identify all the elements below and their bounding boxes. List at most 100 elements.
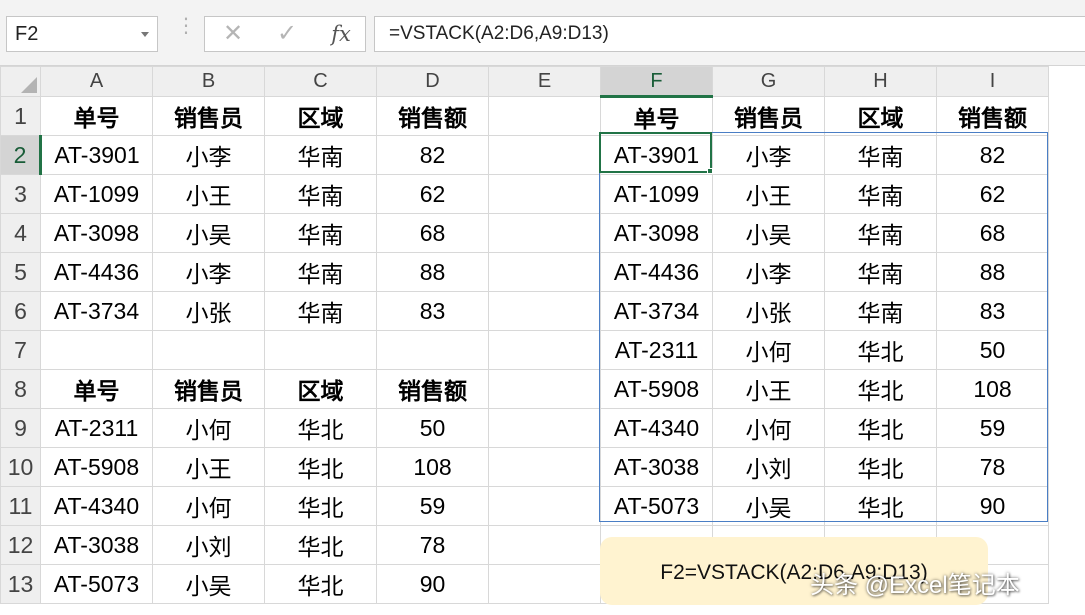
column-header-f[interactable]: F xyxy=(600,66,713,98)
cell-i11[interactable]: 90 xyxy=(936,486,1049,526)
cell-b2[interactable]: 小李 xyxy=(152,135,265,175)
cell-f11[interactable]: AT-5073 xyxy=(600,486,713,526)
row-header-3[interactable]: 3 xyxy=(0,174,41,214)
cell-c4[interactable]: 华南 xyxy=(264,213,377,253)
cell-e5[interactable] xyxy=(488,252,601,292)
cell-b6[interactable]: 小张 xyxy=(152,291,265,331)
cell-f4[interactable]: AT-3098 xyxy=(600,213,713,253)
formula-input[interactable]: =VSTACK(A2:D6,A9:D13) xyxy=(374,16,1085,52)
cell-i8[interactable]: 108 xyxy=(936,369,1049,409)
cell-b11[interactable]: 小何 xyxy=(152,486,265,526)
cell-a5[interactable]: AT-4436 xyxy=(40,252,153,292)
cell-f1[interactable]: 单号 xyxy=(600,96,713,136)
cell-e12[interactable] xyxy=(488,525,601,565)
cell-c11[interactable]: 华北 xyxy=(264,486,377,526)
cell-c2[interactable]: 华南 xyxy=(264,135,377,175)
cell-g4[interactable]: 小吴 xyxy=(712,213,825,253)
cell-a7[interactable] xyxy=(40,330,153,370)
cell-e4[interactable] xyxy=(488,213,601,253)
insert-function-icon[interactable]: fx xyxy=(319,17,363,51)
cell-e1[interactable] xyxy=(488,96,601,136)
cell-d4[interactable]: 68 xyxy=(376,213,489,253)
cell-h10[interactable]: 华北 xyxy=(824,447,937,487)
cell-g11[interactable]: 小吴 xyxy=(712,486,825,526)
cell-d3[interactable]: 62 xyxy=(376,174,489,214)
cell-g10[interactable]: 小刘 xyxy=(712,447,825,487)
cell-d11[interactable]: 59 xyxy=(376,486,489,526)
cell-i10[interactable]: 78 xyxy=(936,447,1049,487)
cell-a3[interactable]: AT-1099 xyxy=(40,174,153,214)
cell-e2[interactable] xyxy=(488,135,601,175)
cell-e6[interactable] xyxy=(488,291,601,331)
row-header-1[interactable]: 1 xyxy=(0,96,41,136)
cell-d9[interactable]: 50 xyxy=(376,408,489,448)
cell-a11[interactable]: AT-4340 xyxy=(40,486,153,526)
fill-handle[interactable] xyxy=(707,168,713,174)
cell-a9[interactable]: AT-2311 xyxy=(40,408,153,448)
checkmark-icon[interactable]: ✓ xyxy=(265,17,309,51)
cell-i9[interactable]: 59 xyxy=(936,408,1049,448)
cell-g7[interactable]: 小何 xyxy=(712,330,825,370)
cell-f2[interactable]: AT-3901 xyxy=(600,135,713,175)
cell-b4[interactable]: 小吴 xyxy=(152,213,265,253)
cell-h11[interactable]: 华北 xyxy=(824,486,937,526)
column-header-h[interactable]: H xyxy=(824,66,937,97)
cell-b10[interactable]: 小王 xyxy=(152,447,265,487)
cell-a10[interactable]: AT-5908 xyxy=(40,447,153,487)
row-header-2[interactable]: 2 xyxy=(0,135,42,175)
cell-f7[interactable]: AT-2311 xyxy=(600,330,713,370)
cell-h3[interactable]: 华南 xyxy=(824,174,937,214)
cell-i2[interactable]: 82 xyxy=(936,135,1049,175)
cell-g9[interactable]: 小何 xyxy=(712,408,825,448)
cell-h8[interactable]: 华北 xyxy=(824,369,937,409)
row-header-8[interactable]: 8 xyxy=(0,369,41,409)
cell-c12[interactable]: 华北 xyxy=(264,525,377,565)
cell-e9[interactable] xyxy=(488,408,601,448)
cell-f9[interactable]: AT-4340 xyxy=(600,408,713,448)
chevron-down-icon[interactable] xyxy=(141,32,149,37)
cell-d6[interactable]: 83 xyxy=(376,291,489,331)
cell-c8[interactable]: 区域 xyxy=(264,369,377,409)
row-header-11[interactable]: 11 xyxy=(0,486,41,526)
cell-b12[interactable]: 小刘 xyxy=(152,525,265,565)
cell-b8[interactable]: 销售员 xyxy=(152,369,265,409)
cell-d12[interactable]: 78 xyxy=(376,525,489,565)
cell-e8[interactable] xyxy=(488,369,601,409)
cell-c10[interactable]: 华北 xyxy=(264,447,377,487)
cell-d13[interactable]: 90 xyxy=(376,564,489,604)
cell-c13[interactable]: 华北 xyxy=(264,564,377,604)
cell-c6[interactable]: 华南 xyxy=(264,291,377,331)
column-header-i[interactable]: I xyxy=(936,66,1049,97)
cell-e3[interactable] xyxy=(488,174,601,214)
cell-h5[interactable]: 华南 xyxy=(824,252,937,292)
cell-i5[interactable]: 88 xyxy=(936,252,1049,292)
column-header-b[interactable]: B xyxy=(152,66,265,97)
cancel-x-icon[interactable]: ✕ xyxy=(211,17,255,51)
cell-f10[interactable]: AT-3038 xyxy=(600,447,713,487)
cell-h4[interactable]: 华南 xyxy=(824,213,937,253)
row-header-4[interactable]: 4 xyxy=(0,213,41,253)
cell-h6[interactable]: 华南 xyxy=(824,291,937,331)
cell-a6[interactable]: AT-3734 xyxy=(40,291,153,331)
cell-f8[interactable]: AT-5908 xyxy=(600,369,713,409)
name-box[interactable]: F2 xyxy=(6,16,158,52)
cell-d10[interactable]: 108 xyxy=(376,447,489,487)
row-header-10[interactable]: 10 xyxy=(0,447,41,487)
cell-i4[interactable]: 68 xyxy=(936,213,1049,253)
cell-e10[interactable] xyxy=(488,447,601,487)
cell-f6[interactable]: AT-3734 xyxy=(600,291,713,331)
cell-g8[interactable]: 小王 xyxy=(712,369,825,409)
cell-a8[interactable]: 单号 xyxy=(40,369,153,409)
cell-d5[interactable]: 88 xyxy=(376,252,489,292)
cell-b7[interactable] xyxy=(152,330,265,370)
cell-b9[interactable]: 小何 xyxy=(152,408,265,448)
row-header-5[interactable]: 5 xyxy=(0,252,41,292)
cell-g2[interactable]: 小李 xyxy=(712,135,825,175)
cell-c5[interactable]: 华南 xyxy=(264,252,377,292)
column-header-e[interactable]: E xyxy=(488,66,601,97)
row-header-9[interactable]: 9 xyxy=(0,408,41,448)
cell-f3[interactable]: AT-1099 xyxy=(600,174,713,214)
cell-c9[interactable]: 华北 xyxy=(264,408,377,448)
cell-g3[interactable]: 小王 xyxy=(712,174,825,214)
row-header-6[interactable]: 6 xyxy=(0,291,41,331)
